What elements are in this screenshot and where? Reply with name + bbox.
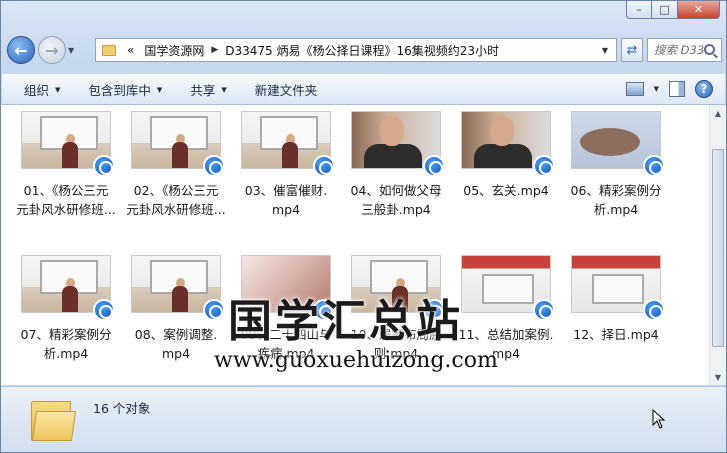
file-item[interactable]: 06、精彩案例分 析.mp4 (561, 111, 671, 243)
details-pane: 16 个对象 (1, 386, 726, 452)
file-name: 12、择日.mp4 (561, 325, 671, 344)
file-name: 02、《杨公三元 元卦风水研修班... (121, 181, 231, 219)
file-name: 03、催富催财. mp4 (231, 181, 341, 219)
file-name-line: 06、精彩案例分 (570, 183, 662, 198)
folder-icon (31, 397, 77, 441)
vlc-icon (203, 155, 225, 177)
file-name-line: 07、精彩案例分 (20, 327, 112, 342)
help-icon[interactable]: ? (695, 80, 713, 98)
mouse-cursor-icon (652, 408, 666, 432)
file-item[interactable]: 01、《杨公三元 元卦风水研修班... (11, 111, 121, 243)
watermark-url: www.guoxuehuizong.com (214, 348, 498, 373)
vertical-scrollbar[interactable]: ▲ ▼ (709, 105, 726, 385)
new-folder-button[interactable]: 新建文件夹 (255, 80, 318, 99)
file-item[interactable]: 12、择日.mp4 (561, 255, 671, 385)
file-name: 04、如何做父母 三般卦.mp4 (341, 181, 451, 219)
vlc-icon (643, 299, 665, 321)
breadcrumb-item[interactable]: D33475 炳易《杨公择日课程》16集视频约23小时 (220, 42, 504, 59)
vlc-icon (533, 299, 555, 321)
chevron-down-icon: ▼ (55, 85, 61, 94)
vlc-icon (643, 155, 665, 177)
vlc-icon (313, 155, 335, 177)
breadcrumb-item[interactable]: 国学资源网 (139, 42, 209, 59)
change-view-icon[interactable] (625, 82, 644, 96)
file-list: 01、《杨公三元 元卦风水研修班... 02、《杨公三元 元卦风水研修班... 03、催… (1, 105, 709, 385)
chevron-down-icon: ▼ (221, 85, 227, 94)
preview-pane-icon[interactable] (669, 81, 685, 97)
file-name-line: 01、《杨公三元 (23, 183, 109, 198)
forward-arrow-icon[interactable]: → (38, 36, 66, 64)
vlc-icon (203, 299, 225, 321)
file-name-line: 12、择日.mp4 (573, 327, 659, 342)
file-name: 01、《杨公三元 元卦风水研修班... (11, 181, 121, 219)
chevron-down-icon: ▼ (156, 85, 163, 94)
file-name-line: 元卦风水研修班... (126, 202, 226, 217)
file-name: 06、精彩案例分 析.mp4 (561, 181, 671, 219)
file-name-line: 03、催富催财. (244, 183, 328, 198)
file-item[interactable]: 03、催富催财. mp4 (231, 111, 341, 243)
refresh-button[interactable]: ⇄ (621, 38, 643, 62)
scroll-thumb[interactable] (712, 149, 724, 347)
address-bar[interactable]: « 国学资源网 ▶ D33475 炳易《杨公择日课程》16集视频约23小时 ▼ (95, 38, 617, 62)
organize-label: 组织 (24, 83, 50, 98)
maximize-button[interactable]: □ (652, 1, 678, 19)
address-dropdown-icon[interactable]: ▼ (602, 46, 608, 55)
breadcrumb-chevron[interactable]: « (122, 43, 139, 57)
organize-button[interactable]: 组织 ▼ (24, 80, 60, 99)
back-arrow-icon[interactable]: ← (7, 36, 35, 64)
close-button[interactable]: ✕ (678, 1, 720, 19)
scroll-down-icon[interactable]: ▼ (710, 369, 726, 385)
file-name: 07、精彩案例分 析.mp4 (11, 325, 121, 363)
share-button[interactable]: 共享 ▼ (190, 80, 226, 99)
toolbar-right: ▼ ? (625, 80, 713, 98)
breadcrumb-separator-icon[interactable]: ▶ (209, 45, 220, 55)
file-name-line: 02、《杨公三元 (133, 183, 219, 198)
vlc-icon (533, 155, 555, 177)
item-count: 16 个对象 (93, 401, 151, 416)
file-name-line: 三般卦.mp4 (361, 202, 431, 217)
vlc-icon (93, 299, 115, 321)
command-bar: 组织 ▼ 包含到库中 ▼ 共享 ▼ 新建文件夹 ▼ ? (2, 74, 725, 105)
file-name-line: 08、案例调整. (134, 327, 218, 342)
caption-buttons: – □ ✕ (626, 1, 720, 19)
include-in-library-button[interactable]: 包含到库中 ▼ (88, 80, 162, 99)
file-name-line: 11、总结加案例. (458, 327, 554, 342)
vlc-icon (93, 155, 115, 177)
file-name-line: 05、玄关.mp4 (463, 183, 549, 198)
file-name-line: 04、如何做父母 (350, 183, 442, 198)
vlc-icon (423, 155, 445, 177)
file-item[interactable]: 07、精彩案例分 析.mp4 (11, 255, 121, 385)
file-item[interactable]: 04、如何做父母 三般卦.mp4 (341, 111, 451, 243)
file-item[interactable]: 02、《杨公三元 元卦风水研修班... (121, 111, 231, 243)
search-icon[interactable] (704, 44, 715, 55)
minimize-button[interactable]: – (626, 1, 652, 19)
share-label: 共享 (190, 83, 216, 98)
file-item[interactable]: 05、玄关.mp4 (451, 111, 561, 243)
file-name-line: 析.mp4 (43, 346, 89, 361)
refresh-icon: ⇄ (626, 42, 638, 58)
file-name: 05、玄关.mp4 (451, 181, 561, 200)
file-name-line: mp4 (271, 202, 301, 217)
new-folder-label: 新建文件夹 (254, 83, 318, 98)
scroll-up-icon[interactable]: ▲ (710, 105, 726, 121)
recent-pages-dropdown[interactable]: ▼ (68, 46, 80, 55)
include-in-library-label: 包含到库中 (88, 83, 151, 98)
navigation-bar: ← → ▼ « 国学资源网 ▶ D33475 炳易《杨公择日课程》16集视频约2… (7, 33, 722, 67)
folder-icon (102, 44, 116, 56)
search-input[interactable]: 搜索 D33... (647, 38, 722, 62)
watermark-title: 国学汇总站 (228, 296, 463, 347)
file-name-line: 元卦风水研修班... (16, 202, 116, 217)
view-dropdown-icon[interactable]: ▼ (654, 85, 659, 93)
file-name-line: 析.mp4 (593, 202, 639, 217)
